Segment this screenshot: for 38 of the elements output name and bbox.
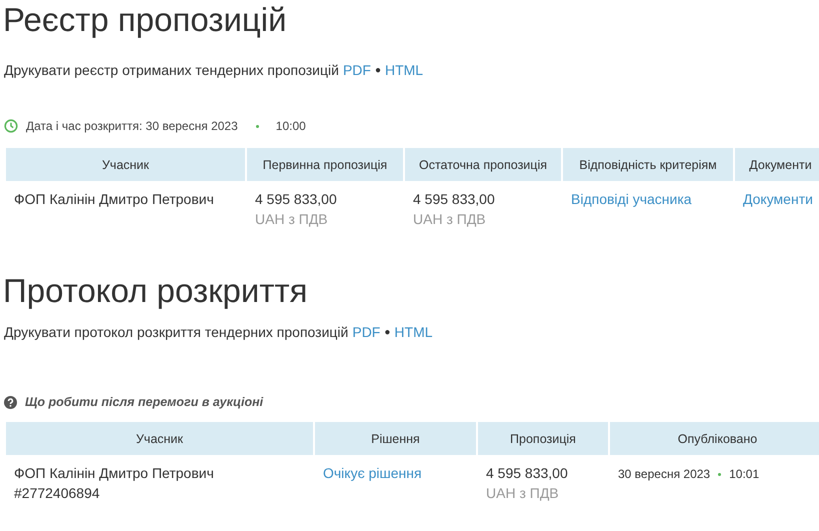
- section-title: Протокол розкриття: [2, 271, 308, 311]
- participant-name: ФОП Калінін Дмитро Петрович: [14, 465, 214, 481]
- print-link[interactable]: PDF: [342, 62, 371, 78]
- published-time: 10:01: [729, 467, 760, 481]
- participant-id: #2772406894: [14, 485, 100, 501]
- column-header: Опубліковано: [610, 422, 819, 455]
- print-label: Друкувати реєстр отриманих тендерних пропозицій: [4, 62, 339, 78]
- opening-date: Дата і час розкриття: 30 вересня 2023: [26, 119, 238, 133]
- opening-time: 10:00: [276, 119, 306, 133]
- separator-dot: ●: [384, 326, 390, 338]
- section-title: Реєстр пропозицій: [2, 0, 287, 40]
- column-header: Відповідність критеріям: [563, 148, 733, 181]
- currency: UAH з ПДВ: [486, 485, 559, 501]
- column-header: Рішення: [315, 422, 476, 455]
- column-header: Пропозиція: [478, 422, 608, 455]
- table-link[interactable]: Очікує рішення: [323, 465, 422, 481]
- print-label: Друкувати протокол розкриття тендерних пропозицій: [4, 324, 348, 340]
- participant-name: ФОП Калінін Дмитро Петрович: [14, 191, 214, 207]
- table-link[interactable]: Документи: [743, 191, 813, 207]
- amount: 4 595 833,00: [486, 465, 568, 481]
- help-link[interactable]: Що робити після перемоги в аукціоні: [25, 395, 264, 409]
- column-header: Учасник: [6, 422, 313, 455]
- clock-icon: [4, 119, 18, 133]
- currency: UAH з ПДВ: [413, 211, 486, 227]
- print-link[interactable]: HTML: [384, 62, 424, 78]
- published-date: 30 вересня 2023: [618, 467, 710, 481]
- amount: 4 595 833,00: [255, 191, 337, 207]
- column-header: Первинна пропозиція: [247, 148, 403, 181]
- column-header: Учасник: [6, 148, 245, 181]
- currency: UAH з ПДВ: [255, 211, 328, 227]
- help-icon: [4, 396, 17, 408]
- column-header: Остаточна пропозиція: [405, 148, 561, 181]
- column-header: Документи: [735, 148, 819, 181]
- print-link[interactable]: PDF: [352, 324, 380, 340]
- print-link[interactable]: HTML: [394, 324, 433, 340]
- amount: 4 595 833,00: [413, 191, 495, 207]
- table-link[interactable]: Відповіді учасника: [571, 191, 692, 207]
- separator-dot: ●: [374, 64, 381, 76]
